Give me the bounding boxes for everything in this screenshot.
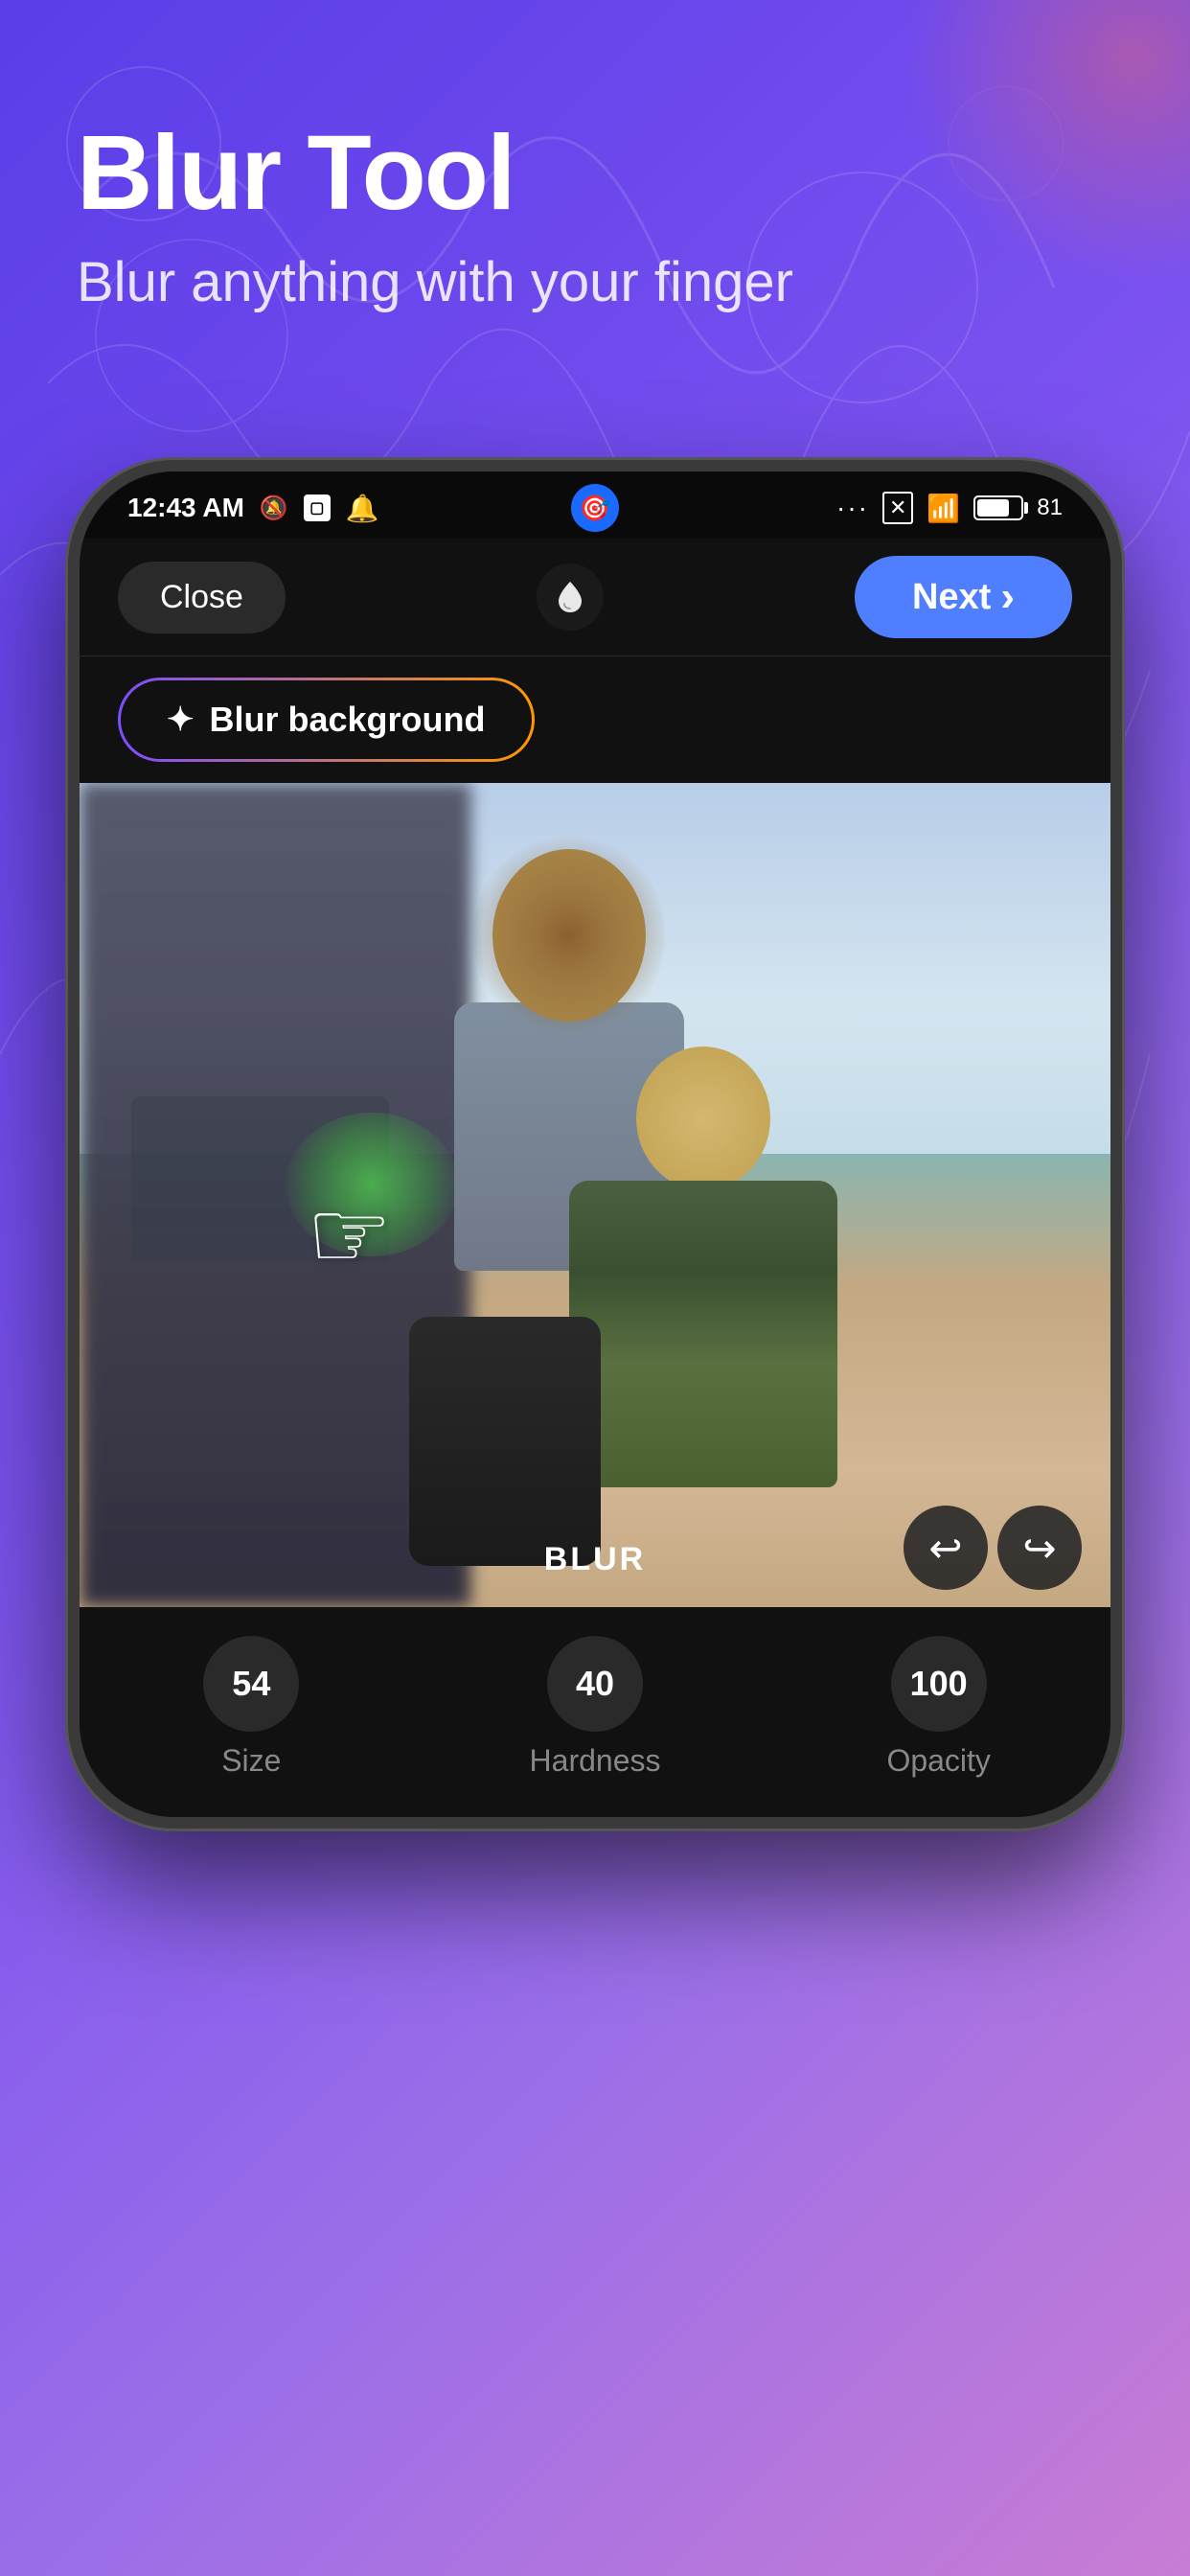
header-section: Blur Tool Blur anything with your finger [77,115,793,314]
battery-fill [977,499,1009,517]
size-control: 54 Size [80,1636,423,1779]
redo-button[interactable]: ↪ [997,1506,1082,1590]
redo-icon: ↪ [1022,1525,1056,1572]
controls-row: 54 Size 40 Hardness 100 Opacity [80,1636,1110,1779]
phone-mockup: 12:43 AM 🔕 ▢ 🔔 🎯 ··· ✕ 📶 [68,460,1122,1828]
backpack [409,1317,601,1566]
hardness-value[interactable]: 40 [547,1636,643,1732]
more-dots: ··· [836,493,869,523]
status-bar: 12:43 AM 🔕 ▢ 🔔 🎯 ··· ✕ 📶 [80,472,1110,539]
opacity-control: 100 Opacity [767,1636,1110,1779]
blur-bg-label: Blur background [210,700,486,740]
hardness-control: 40 Hardness [423,1636,767,1779]
blur-mode-label: BLUR [544,1541,646,1578]
undo-redo-controls: ↩ ↪ [904,1506,1082,1590]
page-title: Blur Tool [77,115,793,231]
x-box-icon: ✕ [882,492,913,524]
phone-screen: 12:43 AM 🔕 ▢ 🔔 🎯 ··· ✕ 📶 [80,472,1110,1817]
blur-background-button[interactable]: ✦ Blur background [118,678,535,762]
hardness-label: Hardness [530,1743,661,1779]
notification-icon: 🔔 [346,493,379,524]
time-display: 12:43 AM [127,493,244,523]
status-right: ··· ✕ 📶 81 [836,492,1063,524]
droplet-icon [537,564,604,631]
silent-icon: 🔕 [260,494,288,522]
wifi-icon: 📶 [927,493,960,524]
phone-frame: 12:43 AM 🔕 ▢ 🔔 🎯 ··· ✕ 📶 [68,460,1122,1828]
battery-percent: 81 [1037,494,1063,521]
next-label: Next [912,577,991,618]
opacity-label: Opacity [886,1743,990,1779]
feature-bar: ✦ Blur background [80,656,1110,783]
photo-area[interactable]: ☞ BLUR ↩ ↪ [80,783,1110,1607]
next-chevron: › [1000,573,1015,621]
sparkle-icon: ✦ [167,701,195,739]
next-button[interactable]: Next › [855,556,1072,638]
undo-button[interactable]: ↩ [904,1506,988,1590]
controls-area: 54 Size 40 Hardness 100 Opacity [80,1607,1110,1817]
page-subtitle: Blur anything with your finger [77,250,793,314]
size-label: Size [221,1743,281,1779]
hand-cursor-icon: ☞ [307,1179,393,1291]
close-button[interactable]: Close [118,562,286,633]
app-toolbar: Close Next › [80,539,1110,656]
opacity-value[interactable]: 100 [891,1636,987,1732]
screen-record-icon: ▢ [304,494,331,521]
size-value[interactable]: 54 [203,1636,299,1732]
status-left: 12:43 AM 🔕 ▢ 🔔 [127,493,379,524]
app-dot-icon: 🎯 [571,484,619,532]
background: Blur Tool Blur anything with your finger… [0,0,1190,2576]
battery-icon [973,495,1023,520]
undo-icon: ↩ [928,1525,962,1572]
